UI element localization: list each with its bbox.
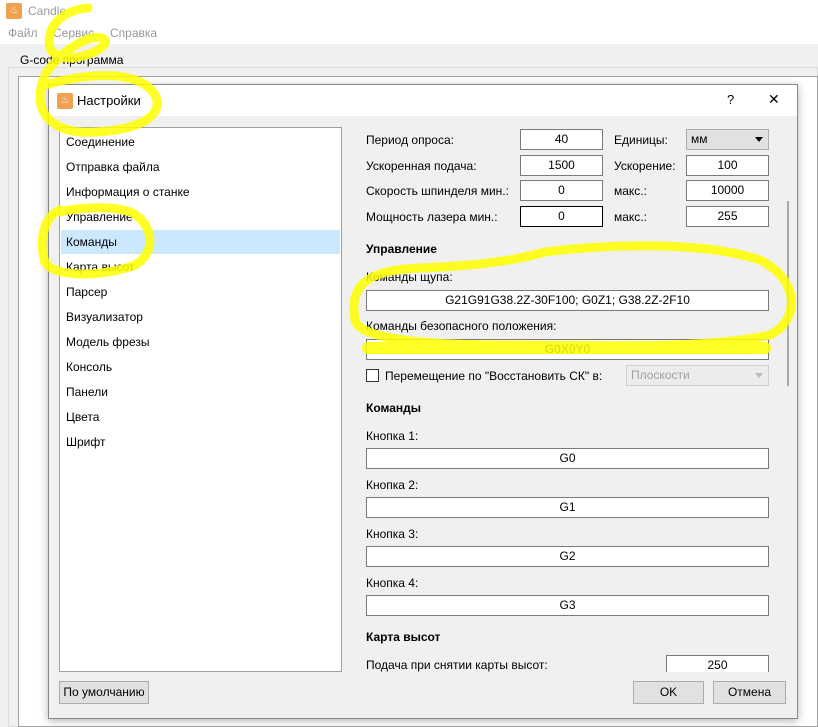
probe-label: Команды щупа: — [366, 270, 453, 284]
heightmap-feed-label: Подача при снятии карты высот: — [366, 658, 548, 672]
button4-input[interactable]: G3 — [366, 595, 769, 616]
nav-machine-info[interactable]: Информация о станке — [61, 180, 340, 204]
gcode-group-title: G-code программа — [18, 53, 126, 67]
rapid-label: Ускоренная подача: — [366, 159, 477, 173]
rapid-input[interactable]: 1500 — [520, 155, 603, 176]
menu-service[interactable]: Сервис — [53, 26, 94, 40]
accel-label: Ускорение: — [614, 159, 676, 173]
control-heading: Управление — [366, 242, 437, 256]
nav-visualizer[interactable]: Визуализатор — [61, 305, 340, 329]
ok-button[interactable]: OK — [633, 681, 704, 704]
button2-label: Кнопка 2: — [366, 478, 419, 492]
spindle-max-input[interactable]: 10000 — [686, 180, 769, 201]
laser-max-input[interactable]: 255 — [686, 206, 769, 227]
settings-nav-list: Соединение Отправка файла Информация о с… — [59, 127, 342, 672]
laser-max-label: макс.: — [614, 210, 647, 224]
restore-value: Плоскости — [631, 368, 690, 382]
nav-control[interactable]: Управление — [61, 205, 340, 229]
defaults-button[interactable]: По умолчанию — [59, 681, 149, 704]
restore-checkbox[interactable] — [366, 369, 379, 382]
poll-label: Период опроса: — [366, 133, 454, 147]
dialog-title: Настройки — [77, 93, 141, 108]
probe-commands-input[interactable]: G21G91G38.2Z-30F100; G0Z1; G38.2Z-2F10 — [366, 290, 769, 311]
settings-dialog: ♨ Настройки ? ✕ Соединение Отправка файл… — [48, 84, 798, 719]
dialog-title-bar: ♨ Настройки ? ✕ — [49, 85, 797, 116]
nav-console[interactable]: Консоль — [61, 355, 340, 379]
spindle-label: Скорость шпинделя мин.: — [366, 184, 509, 198]
laser-label: Мощность лазера мин.: — [366, 210, 498, 224]
nav-tool-model[interactable]: Модель фрезы — [61, 330, 340, 354]
cancel-button[interactable]: Отмена — [713, 681, 786, 704]
restore-label: Перемещение по "Восстановить СК" в: — [385, 369, 603, 383]
nav-colors[interactable]: Цвета — [61, 405, 340, 429]
help-button[interactable]: ? — [727, 92, 734, 107]
units-select[interactable]: мм — [686, 129, 769, 150]
button3-label: Кнопка 3: — [366, 527, 419, 541]
spindle-min-input[interactable]: 0 — [520, 180, 603, 201]
button3-input[interactable]: G2 — [366, 546, 769, 567]
nav-file-send[interactable]: Отправка файла — [61, 155, 340, 179]
nav-panels[interactable]: Панели — [61, 380, 340, 404]
nav-connection[interactable]: Соединение — [61, 130, 340, 154]
nav-parser[interactable]: Парсер — [61, 280, 340, 304]
button2-input[interactable]: G1 — [366, 497, 769, 518]
menu-file[interactable]: Файл — [8, 26, 38, 40]
app-title: Candle — [28, 4, 67, 18]
heightmap-heading: Карта высот — [366, 630, 441, 644]
units-value: мм — [691, 132, 708, 146]
spindle-max-label: макс.: — [614, 184, 647, 198]
close-icon[interactable]: ✕ — [768, 91, 780, 108]
nav-commands[interactable]: Команды — [61, 230, 340, 254]
safe-position-input[interactable]: G0X0Y0 — [366, 339, 769, 360]
commands-heading: Команды — [366, 401, 422, 415]
button1-input[interactable]: G0 — [366, 448, 769, 469]
chevron-down-icon — [755, 137, 763, 142]
poll-input[interactable]: 40 — [520, 129, 603, 150]
button1-label: Кнопка 1: — [366, 429, 419, 443]
candle-app-icon: ♨ — [6, 3, 22, 19]
menu-help[interactable]: Справка — [110, 26, 157, 40]
safe-label: Команды безопасного положения: — [366, 319, 557, 333]
units-label: Единицы: — [614, 133, 668, 147]
button4-label: Кнопка 4: — [366, 576, 419, 590]
settings-pane: Период опроса: 40 Единицы: мм Ускоренная… — [345, 127, 788, 672]
nav-font[interactable]: Шрифт — [61, 430, 340, 454]
laser-min-input[interactable]: 0 — [520, 206, 603, 227]
heightmap-feed-input[interactable]: 250 — [666, 655, 769, 672]
nav-heightmap[interactable]: Карта высот — [61, 255, 340, 279]
restore-select[interactable]: Плоскости — [626, 365, 769, 386]
app-title-bar: ♨ Candle — [0, 0, 818, 22]
chevron-down-icon — [755, 373, 763, 378]
accel-input[interactable]: 100 — [686, 155, 769, 176]
scrollbar[interactable] — [787, 201, 789, 386]
dialog-app-icon: ♨ — [57, 93, 73, 109]
